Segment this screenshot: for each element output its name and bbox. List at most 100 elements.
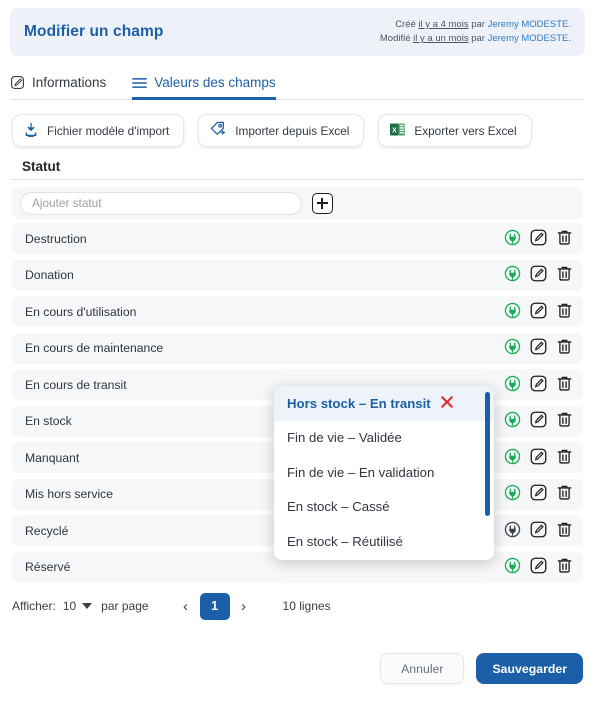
plug-status-icon[interactable] bbox=[504, 448, 521, 468]
section-title: Statut bbox=[22, 159, 61, 174]
delete-icon[interactable] bbox=[556, 229, 573, 249]
list-item-label: En stock bbox=[25, 414, 72, 428]
edit-icon[interactable] bbox=[530, 375, 547, 395]
delete-icon[interactable] bbox=[556, 265, 573, 285]
edit-icon[interactable] bbox=[530, 448, 547, 468]
edit-icon[interactable] bbox=[530, 521, 547, 541]
plug-status-icon[interactable] bbox=[504, 265, 521, 285]
export-to-excel-button[interactable]: X Exporter vers Excel bbox=[378, 114, 532, 147]
list-item-label: Recyclé bbox=[25, 523, 69, 538]
created-line: Créé il y a 4 mois par Jeremy MODESTE. bbox=[380, 18, 571, 32]
import-from-excel-button[interactable]: Importer depuis Excel bbox=[198, 114, 365, 147]
list-item-label: Manquant bbox=[25, 450, 80, 465]
dropdown-option[interactable]: En stock – Réutilisé bbox=[274, 524, 494, 559]
import-from-excel-label: Importer depuis Excel bbox=[235, 123, 350, 138]
tab-bar: Informations Valeurs des champs bbox=[10, 66, 585, 100]
status-suggestions-dropdown: Hors stock – En transit Fin de vie – Val… bbox=[274, 386, 494, 560]
plug-status-icon[interactable] bbox=[504, 338, 521, 358]
plug-status-icon[interactable] bbox=[504, 302, 521, 322]
plug-status-icon[interactable] bbox=[504, 411, 521, 431]
list-item-label: Mis hors service bbox=[25, 487, 114, 501]
list-item-label: Réservé bbox=[25, 560, 71, 574]
list-item[interactable]: Donation bbox=[12, 259, 583, 291]
record-meta: Créé il y a 4 mois par Jeremy MODESTE. M… bbox=[380, 18, 571, 46]
modified-prefix: Modifié bbox=[379, 33, 414, 44]
plug-status-icon[interactable] bbox=[504, 375, 521, 395]
created-prefix: Créé bbox=[395, 19, 419, 30]
edit-icon[interactable] bbox=[530, 484, 547, 504]
row-actions bbox=[504, 448, 573, 468]
edit-icon[interactable] bbox=[530, 265, 547, 285]
chevron-left-icon[interactable]: ‹ bbox=[175, 594, 197, 618]
pagination-per-page-value[interactable]: 10 bbox=[63, 599, 76, 613]
download-icon bbox=[24, 122, 38, 140]
dropdown-option-label: Hors stock – En transit bbox=[287, 395, 431, 411]
modified-mid: par bbox=[468, 33, 488, 44]
plug-status-icon[interactable] bbox=[504, 229, 521, 249]
delete-icon[interactable] bbox=[556, 557, 573, 577]
list-item-label: Destruction bbox=[25, 231, 87, 246]
tab-informations[interactable]: Informations bbox=[10, 75, 106, 100]
list-item[interactable]: En cours de maintenance bbox=[12, 332, 583, 364]
delete-icon[interactable] bbox=[556, 448, 573, 468]
delete-icon[interactable] bbox=[556, 375, 573, 395]
edit-icon[interactable] bbox=[530, 302, 547, 322]
row-actions bbox=[504, 411, 573, 431]
list-item[interactable]: En cours d'utilisation bbox=[12, 296, 583, 327]
edit-icon[interactable] bbox=[530, 557, 547, 577]
chevron-right-icon[interactable]: › bbox=[233, 594, 255, 618]
dropdown-scrollbar[interactable] bbox=[485, 392, 490, 516]
edit-icon[interactable] bbox=[530, 338, 547, 358]
dropdown-option[interactable]: Fin de vie – En validation bbox=[274, 455, 494, 490]
form-footer: Annuler Sauvegarder bbox=[380, 653, 583, 684]
dropdown-option-label: Fin de vie – En validation bbox=[287, 464, 435, 480]
import-template-file-button[interactable]: Fichier modèle d'import bbox=[12, 114, 185, 147]
tab-informations-label: Informations bbox=[32, 75, 107, 90]
add-status-input[interactable] bbox=[20, 191, 302, 215]
tab-valeurs-des-champs[interactable]: Valeurs des champs bbox=[132, 75, 276, 100]
add-status-row bbox=[12, 187, 583, 219]
list-item-label: En cours d'utilisation bbox=[25, 304, 137, 319]
cancel-button[interactable]: Annuler bbox=[380, 653, 465, 684]
chevron-down-icon[interactable] bbox=[82, 603, 93, 609]
export-to-excel-label: Exporter vers Excel bbox=[414, 123, 517, 138]
row-actions bbox=[504, 302, 573, 322]
save-button[interactable]: Sauvegarder bbox=[476, 653, 583, 684]
delete-icon[interactable] bbox=[556, 302, 573, 322]
delete-icon[interactable] bbox=[556, 484, 573, 504]
row-actions bbox=[504, 338, 573, 358]
edit-square-icon bbox=[10, 75, 25, 90]
row-actions bbox=[504, 375, 573, 395]
page-title: Modifier un champ bbox=[24, 23, 164, 40]
modified-line: Modifié il y a un mois par Jeremy MODEST… bbox=[380, 32, 571, 46]
dropdown-option[interactable]: En stock – Cassé bbox=[274, 490, 494, 525]
close-x-icon[interactable] bbox=[440, 395, 454, 412]
edit-icon[interactable] bbox=[530, 229, 547, 249]
pagination-per-page-suffix: par page bbox=[101, 599, 149, 613]
pagination-current-page[interactable]: 1 bbox=[199, 592, 230, 620]
add-status-button[interactable] bbox=[312, 192, 333, 214]
list-item[interactable]: Destruction bbox=[12, 223, 583, 254]
excel-icon: X bbox=[390, 122, 406, 140]
plug-status-icon[interactable] bbox=[504, 484, 521, 504]
dropdown-option[interactable]: Fin de vie – Validée bbox=[274, 421, 494, 456]
row-actions bbox=[504, 229, 573, 249]
pagination-total-rows: 10 lignes bbox=[282, 599, 331, 613]
toolbar: Fichier modèle d'import Importer depuis … bbox=[12, 114, 583, 147]
modified-relative-time: il y a un mois bbox=[413, 33, 469, 44]
created-user: Jeremy MODESTE. bbox=[487, 19, 571, 30]
dropdown-option[interactable]: Hors stock – En transit bbox=[274, 386, 494, 421]
tab-valeurs-des-champs-label: Valeurs des champs bbox=[154, 75, 276, 90]
row-actions bbox=[504, 265, 573, 285]
delete-icon[interactable] bbox=[556, 521, 573, 541]
row-actions bbox=[504, 557, 573, 577]
delete-icon[interactable] bbox=[556, 338, 573, 358]
delete-icon[interactable] bbox=[556, 411, 573, 431]
edit-icon[interactable] bbox=[530, 411, 547, 431]
plug-status-icon[interactable] bbox=[504, 521, 521, 541]
page-header: Modifier un champ Créé il y a 4 mois par… bbox=[10, 8, 585, 56]
pagination: Afficher: 10 par page ‹ 1 › 10 lignes bbox=[12, 592, 595, 620]
created-mid: par bbox=[468, 19, 488, 30]
plug-status-icon[interactable] bbox=[504, 557, 521, 577]
row-actions bbox=[504, 521, 573, 541]
